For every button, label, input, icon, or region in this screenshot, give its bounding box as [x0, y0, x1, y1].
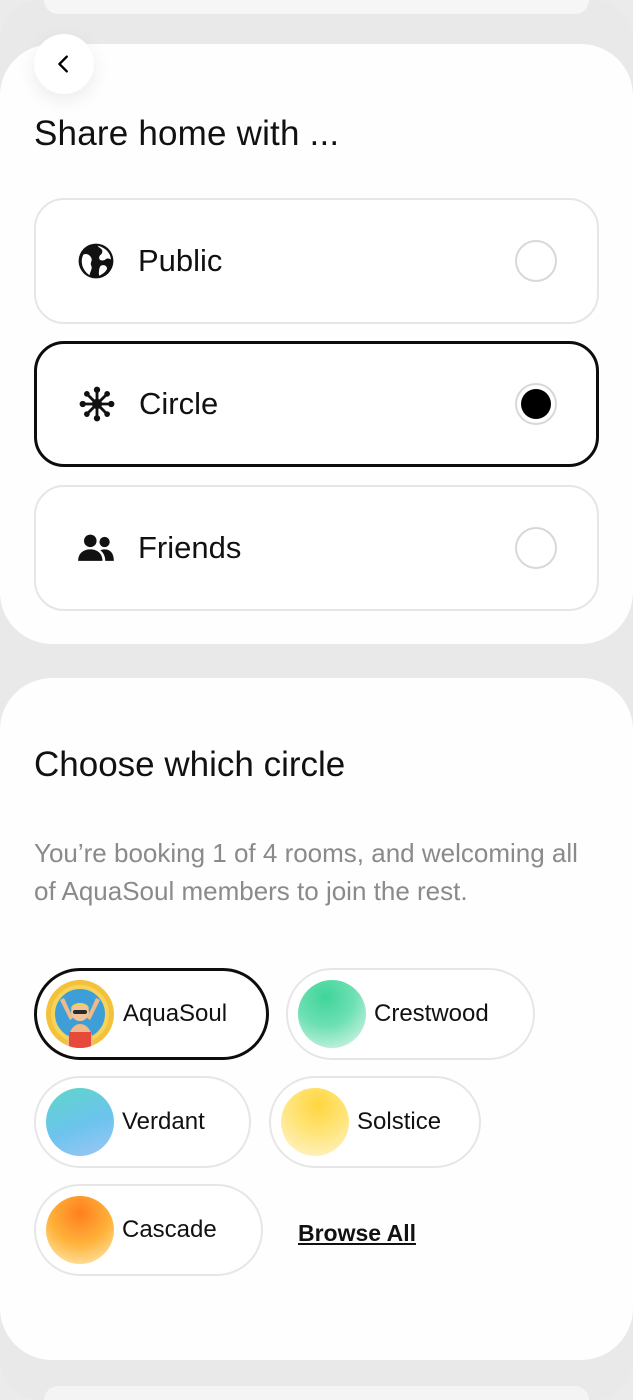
circle-chip-label: AquaSoul	[123, 1000, 228, 1027]
radio-button[interactable]	[515, 240, 557, 282]
share-option-label: Friends	[138, 530, 242, 565]
page-title: Share home with ...	[34, 114, 340, 153]
circle-chip-solstice[interactable]: Solstice	[269, 1076, 481, 1168]
circle-network-icon	[77, 384, 117, 424]
globe-icon	[76, 241, 116, 281]
circle-chip-label: Verdant	[122, 1108, 205, 1135]
browse-all-link[interactable]: Browse All	[298, 1220, 416, 1247]
status-strip	[44, 0, 589, 14]
solstice-avatar	[281, 1088, 349, 1156]
circle-chip-label: Solstice	[357, 1108, 442, 1135]
circle-chip-label: Crestwood	[374, 1000, 489, 1027]
bottom-strip	[44, 1386, 589, 1400]
radio-button-selected[interactable]	[515, 383, 557, 425]
chevron-left-icon	[58, 55, 68, 73]
share-option-label: Public	[138, 243, 223, 278]
share-option-friends[interactable]: Friends	[34, 485, 599, 611]
people-icon	[76, 528, 116, 568]
circle-chip-crestwood[interactable]: Crestwood	[286, 968, 535, 1060]
circle-chip-label: Cascade	[122, 1216, 217, 1243]
share-option-circle[interactable]: Circle	[34, 341, 599, 467]
phone-screen: Share home with ... Public Circle Friend…	[0, 0, 633, 1400]
radio-dot	[521, 389, 551, 419]
section-title: Choose which circle	[34, 745, 346, 784]
verdant-avatar	[46, 1088, 114, 1156]
circle-chip-cascade[interactable]: Cascade	[34, 1184, 263, 1276]
back-button[interactable]	[34, 34, 94, 94]
aquasoul-avatar	[46, 980, 114, 1048]
section-description: You’re booking 1 of 4 rooms, and welcomi…	[34, 838, 578, 906]
circle-chip-aquasoul[interactable]: AquaSoul	[34, 968, 269, 1060]
crestwood-avatar	[298, 980, 366, 1048]
circle-chip-verdant[interactable]: Verdant	[34, 1076, 251, 1168]
share-option-public[interactable]: Public	[34, 198, 599, 324]
cascade-avatar	[46, 1196, 114, 1264]
share-option-label: Circle	[139, 386, 219, 421]
radio-button[interactable]	[515, 527, 557, 569]
